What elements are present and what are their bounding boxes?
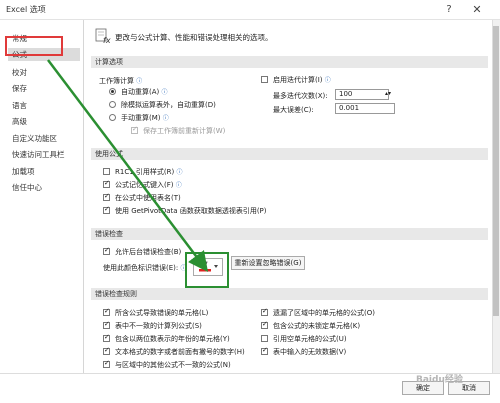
sidebar-item-save[interactable]: 保存 [12,83,27,94]
intro-text: 更改与公式计算、性能和错误处理相关的选项。 [115,33,273,42]
rule-left-checkbox[interactable] [103,320,110,329]
bg-error-check-label: 允许后台错误检查(B) [115,248,182,256]
section-formulas-header: 使用公式 [91,148,488,160]
r1c1-label: R1C1 引用样式(R) ⓘ [115,168,183,176]
rule-left-checkbox[interactable] [103,333,110,342]
rule-left-checkbox[interactable] [103,307,110,316]
max-change-label: 最大误差(C): [273,106,314,114]
recalc-before-save-label: 保存工作簿前重新计算(W) [143,127,226,135]
highlight-color-picker-box [185,252,229,288]
section-errorcheck-header: 错误检查 [91,228,488,240]
close-button[interactable]: ✕ [466,2,488,18]
section-rules-header: 错误检查规则 [91,288,488,300]
help-button[interactable]: ? [440,2,458,18]
window-title: Excel 选项 [6,5,46,14]
table-names-checkbox[interactable] [103,192,110,201]
sidebar-item-advanced[interactable]: 高级 [12,116,27,127]
rule-left-label: 文本格式的数字或者前面有撇号的数字(H) [115,348,245,356]
bg-error-check-checkbox[interactable] [103,246,110,255]
rule-right-checkbox[interactable] [261,307,268,316]
scrollbar-thumb[interactable] [493,26,499,316]
formula-autocomplete-label: 公式记忆式键入(F) ⓘ [115,181,182,189]
rule-right-checkbox[interactable] [261,320,268,329]
sidebar-item-proofing[interactable]: 校对 [12,67,27,78]
auto-calc-radio[interactable] [109,88,116,95]
svg-text:fx: fx [103,36,111,44]
auto-except-tables-radio[interactable] [109,101,116,108]
r1c1-checkbox[interactable] [103,168,110,175]
rule-right-label: 引用空单元格的公式(U) [273,335,347,343]
rule-left-checkbox[interactable] [103,359,110,368]
rule-right-checkbox[interactable] [261,346,268,355]
rule-right-label: 遗漏了区域中的单元格的公式(O) [273,309,375,317]
watermark: Baidu经验 [416,375,463,385]
formula-autocomplete-checkbox[interactable] [103,179,110,188]
sidebar-item-customize-ribbon[interactable]: 自定义功能区 [12,133,57,144]
rule-left-checkbox[interactable] [103,346,110,355]
recalc-before-save-checkbox[interactable] [131,125,138,134]
manual-calc-label: 手动重算(M) ⓘ [121,114,169,122]
sidebar-item-quick-access[interactable]: 快速访问工具栏 [12,149,65,160]
title-bar [0,0,500,20]
max-change-input[interactable]: 0.001 [335,103,395,114]
section-calc-header: 计算选项 [91,56,488,68]
reset-ignored-errors-button[interactable]: 重新设置忽略错误(G) [231,256,305,270]
rule-left-label: 所含公式导致错误的单元格(L) [115,309,209,317]
error-color-label: 使用此颜色标识错误(E): ⓘ [103,264,187,272]
table-names-label: 在公式中使用表名(T) [115,194,181,202]
auto-except-tables-label: 除模拟运算表外，自动重算(D) [121,101,216,109]
auto-calc-label: 自动重算(A) ⓘ [121,88,168,96]
manual-calc-radio[interactable] [109,114,116,121]
max-iterations-input[interactable]: 100 [335,89,389,100]
getpivotdata-checkbox[interactable] [103,205,110,214]
rule-right-label: 包含公式的未锁定单元格(K) [273,322,361,330]
rule-left-label: 表中不一致的计算列公式(S) [115,322,202,330]
workbook-calc-label: 工作簿计算 ⓘ [99,77,143,85]
options-panel: fx 更改与公式计算、性能和错误处理相关的选项。 计算选项 工作簿计算 ⓘ 自动… [85,20,492,373]
rule-right-label: 表中输入的无效数据(V) [273,348,347,356]
sidebar: 常规 公式 校对 保存 语言 高级 自定义功能区 快速访问工具栏 加载项 信任中… [0,20,84,403]
highlight-formulas-box [5,36,63,56]
rule-right-checkbox[interactable] [261,335,268,342]
rule-left-label: 与区域中的其他公式不一致的公式(N) [115,361,231,369]
iterative-calc-label: 启用迭代计算(I) ⓘ [273,76,331,84]
getpivotdata-label: 使用 GetPivotData 函数获取数据透视表引用(P) [115,207,267,215]
formula-icon: fx [95,28,111,44]
sidebar-item-trust-center[interactable]: 信任中心 [12,182,42,193]
sidebar-item-addins[interactable]: 加载项 [12,166,35,177]
iterative-calc-checkbox[interactable] [261,76,268,83]
rule-left-label: 包含以两位数表示的年份的单元格(Y) [115,335,230,343]
spinner-icon[interactable]: ▴▾ [385,90,391,97]
max-iterations-label: 最多迭代次数(X): [273,92,328,100]
sidebar-item-language[interactable]: 语言 [12,100,27,111]
